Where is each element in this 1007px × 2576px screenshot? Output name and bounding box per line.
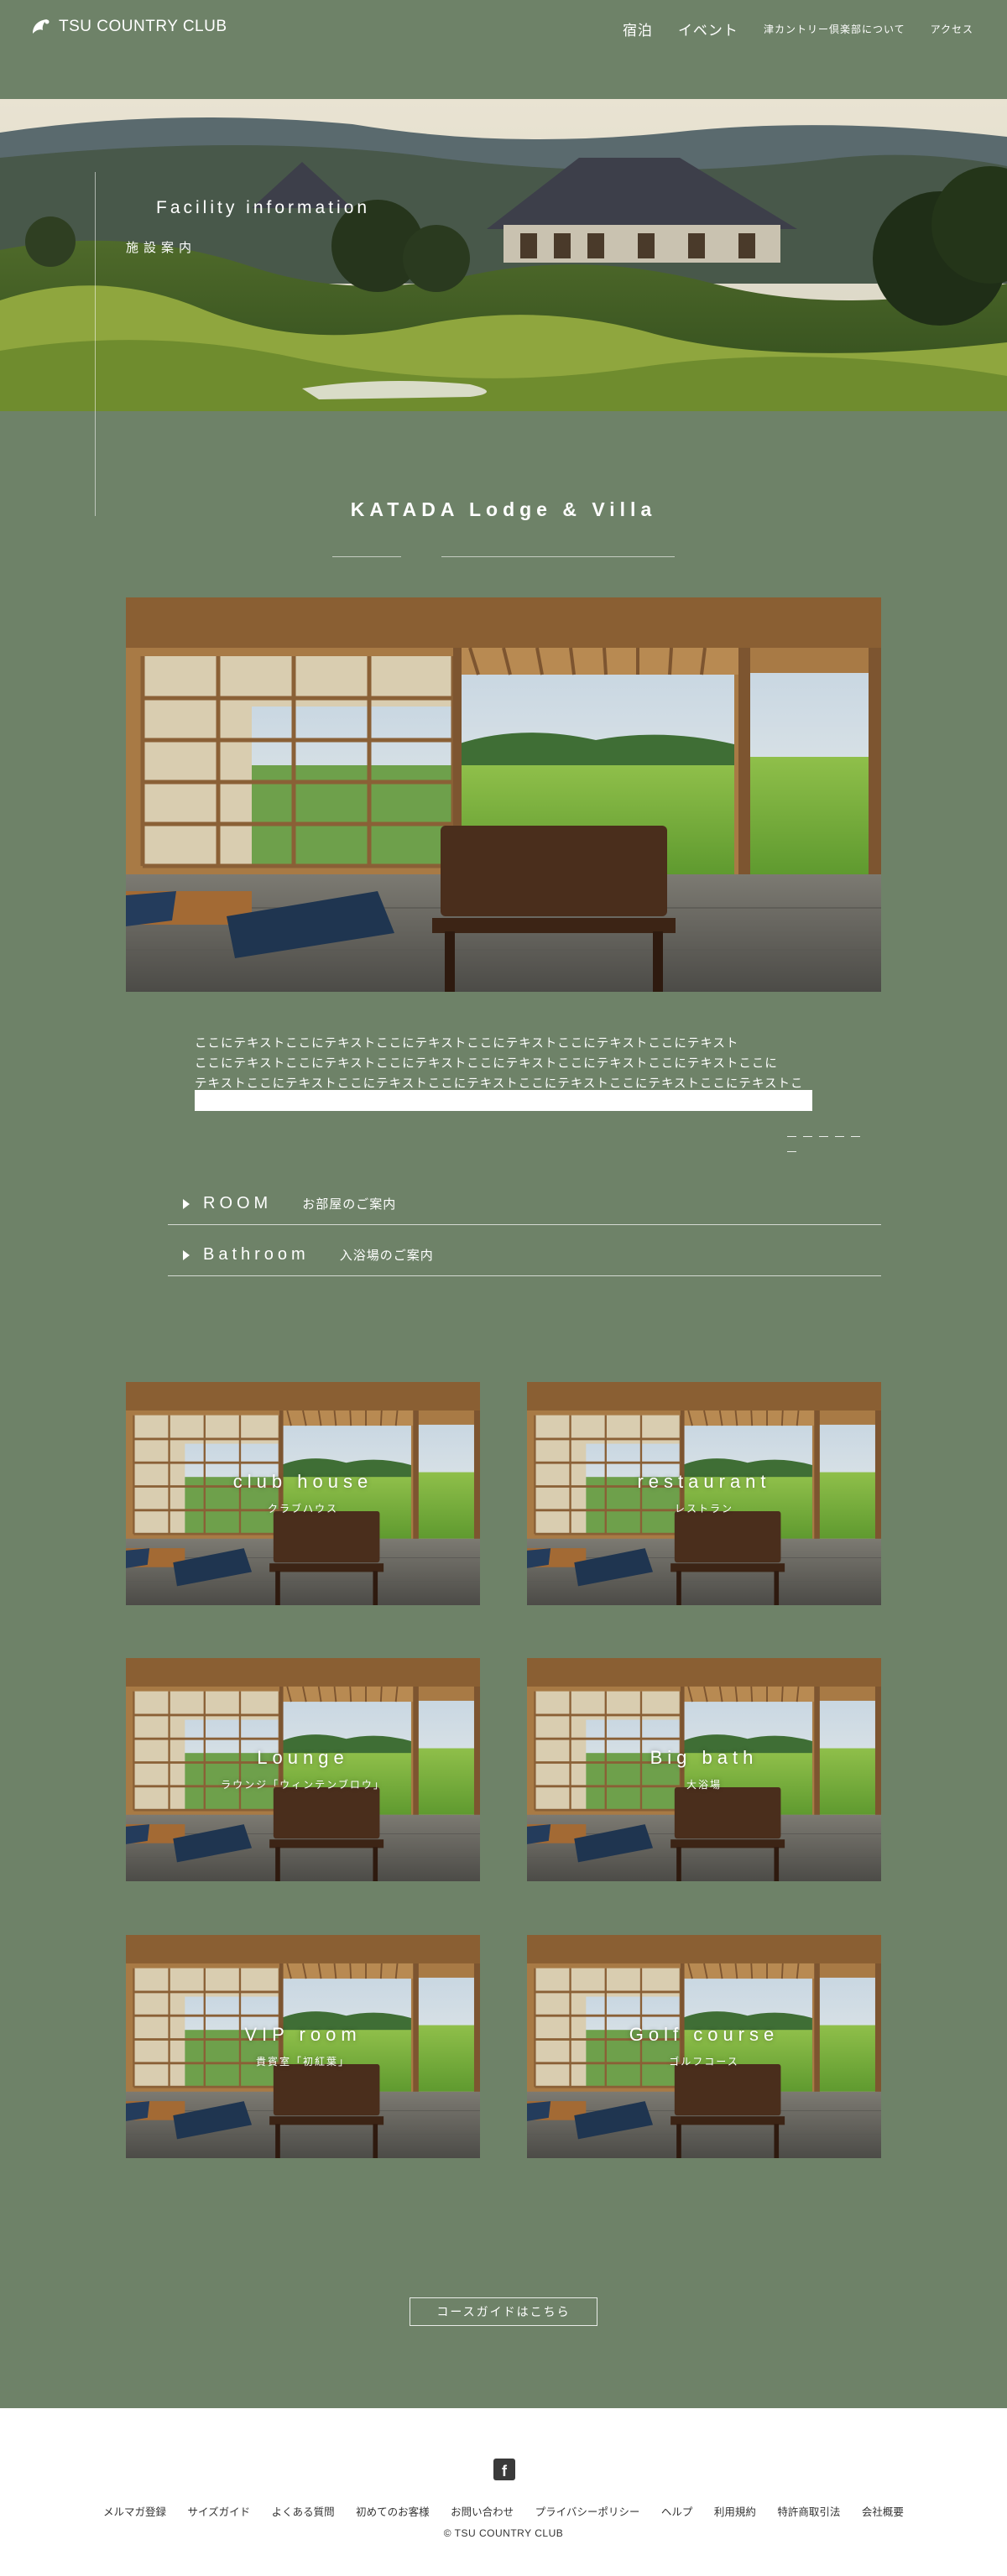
triangle-right-icon xyxy=(183,1198,190,1209)
facility-card-club-house[interactable]: club house クラブハウス xyxy=(126,1382,480,1605)
card-subtitle: ラウンジ「ウィンテンブロウ」 xyxy=(221,1779,385,1791)
footer-link-company[interactable]: 会社概要 xyxy=(862,2506,904,2518)
card-subtitle: クラブハウス xyxy=(267,1503,338,1515)
footer-link-commerce-law[interactable]: 特許商取引法 xyxy=(777,2506,840,2518)
facility-card-big-bath[interactable]: Big bath 大浴場 xyxy=(527,1658,881,1881)
facebook-icon[interactable]: f xyxy=(493,2459,515,2480)
facility-card-vip-room[interactable]: VIP room 貴賓室「初紅葉」 xyxy=(126,1935,480,2158)
card-subtitle: 貴賓室「初紅葉」 xyxy=(255,2056,350,2068)
facility-card-restaurant[interactable]: restaurant レストラン xyxy=(527,1382,881,1605)
footer-link-terms[interactable]: 利用規約 xyxy=(714,2506,756,2518)
lodge-interior-photo xyxy=(126,597,881,992)
card-subtitle: 大浴場 xyxy=(686,1779,722,1791)
card-title: restaurant xyxy=(637,1471,771,1492)
accordion-subtitle: 入浴場のご案内 xyxy=(339,1249,434,1263)
logo-mark-icon xyxy=(33,19,50,34)
accordion-room[interactable]: ROOM お部屋のご案内 xyxy=(168,1183,881,1225)
dashed-divider xyxy=(787,1129,881,1153)
footer-link-size-guide[interactable]: サイズガイド xyxy=(188,2506,251,2518)
footer-link-newsletter[interactable]: メルマガ登録 xyxy=(103,2506,166,2518)
title-underline-right xyxy=(441,556,675,557)
copyright: © TSU COUNTRY CLUB xyxy=(443,2527,564,2539)
triangle-right-icon xyxy=(183,1249,190,1260)
footer-link-first-time[interactable]: 初めてのお客様 xyxy=(356,2506,430,2518)
nav-item-access[interactable]: アクセス xyxy=(931,22,973,36)
card-title: Golf course xyxy=(629,2024,780,2045)
accordion-bathroom[interactable]: Bathroom 入浴場のご案内 xyxy=(168,1234,881,1276)
nav-item-about[interactable]: 津カントリー倶楽部について xyxy=(764,22,905,36)
nav-item-events[interactable]: イベント xyxy=(678,18,738,39)
footer-link-faq[interactable]: よくある質問 xyxy=(272,2506,335,2518)
accordion-title: Bathroom xyxy=(203,1245,310,1264)
site-logo[interactable]: TSU COUNTRY CLUB xyxy=(30,17,227,37)
logo-text: TSU COUNTRY CLUB xyxy=(59,18,227,35)
nav-item-stay[interactable]: 宿泊 xyxy=(623,18,653,39)
title-underline-left xyxy=(332,556,401,557)
site-header: TSU COUNTRY CLUB 宿泊 イベント 津カントリー倶楽部について ア… xyxy=(0,0,1007,99)
text-highlight-bar xyxy=(195,1090,812,1111)
footer-link-help[interactable]: ヘルプ xyxy=(661,2506,693,2518)
card-subtitle: レストラン xyxy=(674,1503,733,1515)
card-title: VIP room xyxy=(244,2024,362,2045)
facility-card-golf-course[interactable]: Golf course ゴルフコース xyxy=(527,1935,881,2158)
description-line: ここにテキストここにテキストここにテキストここにテキストここにテキストここにテキ… xyxy=(195,1037,739,1051)
footer-link-privacy[interactable]: プライバシーポリシー xyxy=(535,2506,640,2518)
accordion-subtitle: お部屋のご案内 xyxy=(302,1198,397,1212)
footer-links: メルマガ登録 サイズガイド よくある質問 初めてのお客様 お問い合わせ プライバ… xyxy=(0,2503,1007,2519)
card-subtitle: ゴルフコース xyxy=(669,2056,739,2068)
hero-banner: Facility information 施設案内 xyxy=(0,99,1007,411)
main-nav: 宿泊 イベント 津カントリー倶楽部について アクセス xyxy=(623,18,973,39)
course-guide-button[interactable]: コースガイドはこちら xyxy=(410,2297,597,2326)
section-title: KATADA Lodge & Villa xyxy=(350,498,657,520)
card-title: club house xyxy=(232,1471,373,1492)
footer-link-contact[interactable]: お問い合わせ xyxy=(451,2506,514,2518)
card-title: Big bath xyxy=(650,1747,759,1768)
description-line: ここにテキストここにテキストここにテキストここにテキストここにテキストここにテキ… xyxy=(195,1057,778,1071)
vertical-divider xyxy=(95,172,96,516)
card-title: Lounge xyxy=(257,1747,349,1768)
hero-subtitle: 施設案内 xyxy=(126,242,197,255)
facility-card-lounge[interactable]: Lounge ラウンジ「ウィンテンブロウ」 xyxy=(126,1658,480,1881)
hero-title: Facility information xyxy=(156,198,371,217)
site-footer: f メルマガ登録 サイズガイド よくある質問 初めてのお客様 お問い合わせ プラ… xyxy=(0,2408,1007,2576)
accordion-title: ROOM xyxy=(203,1194,273,1212)
